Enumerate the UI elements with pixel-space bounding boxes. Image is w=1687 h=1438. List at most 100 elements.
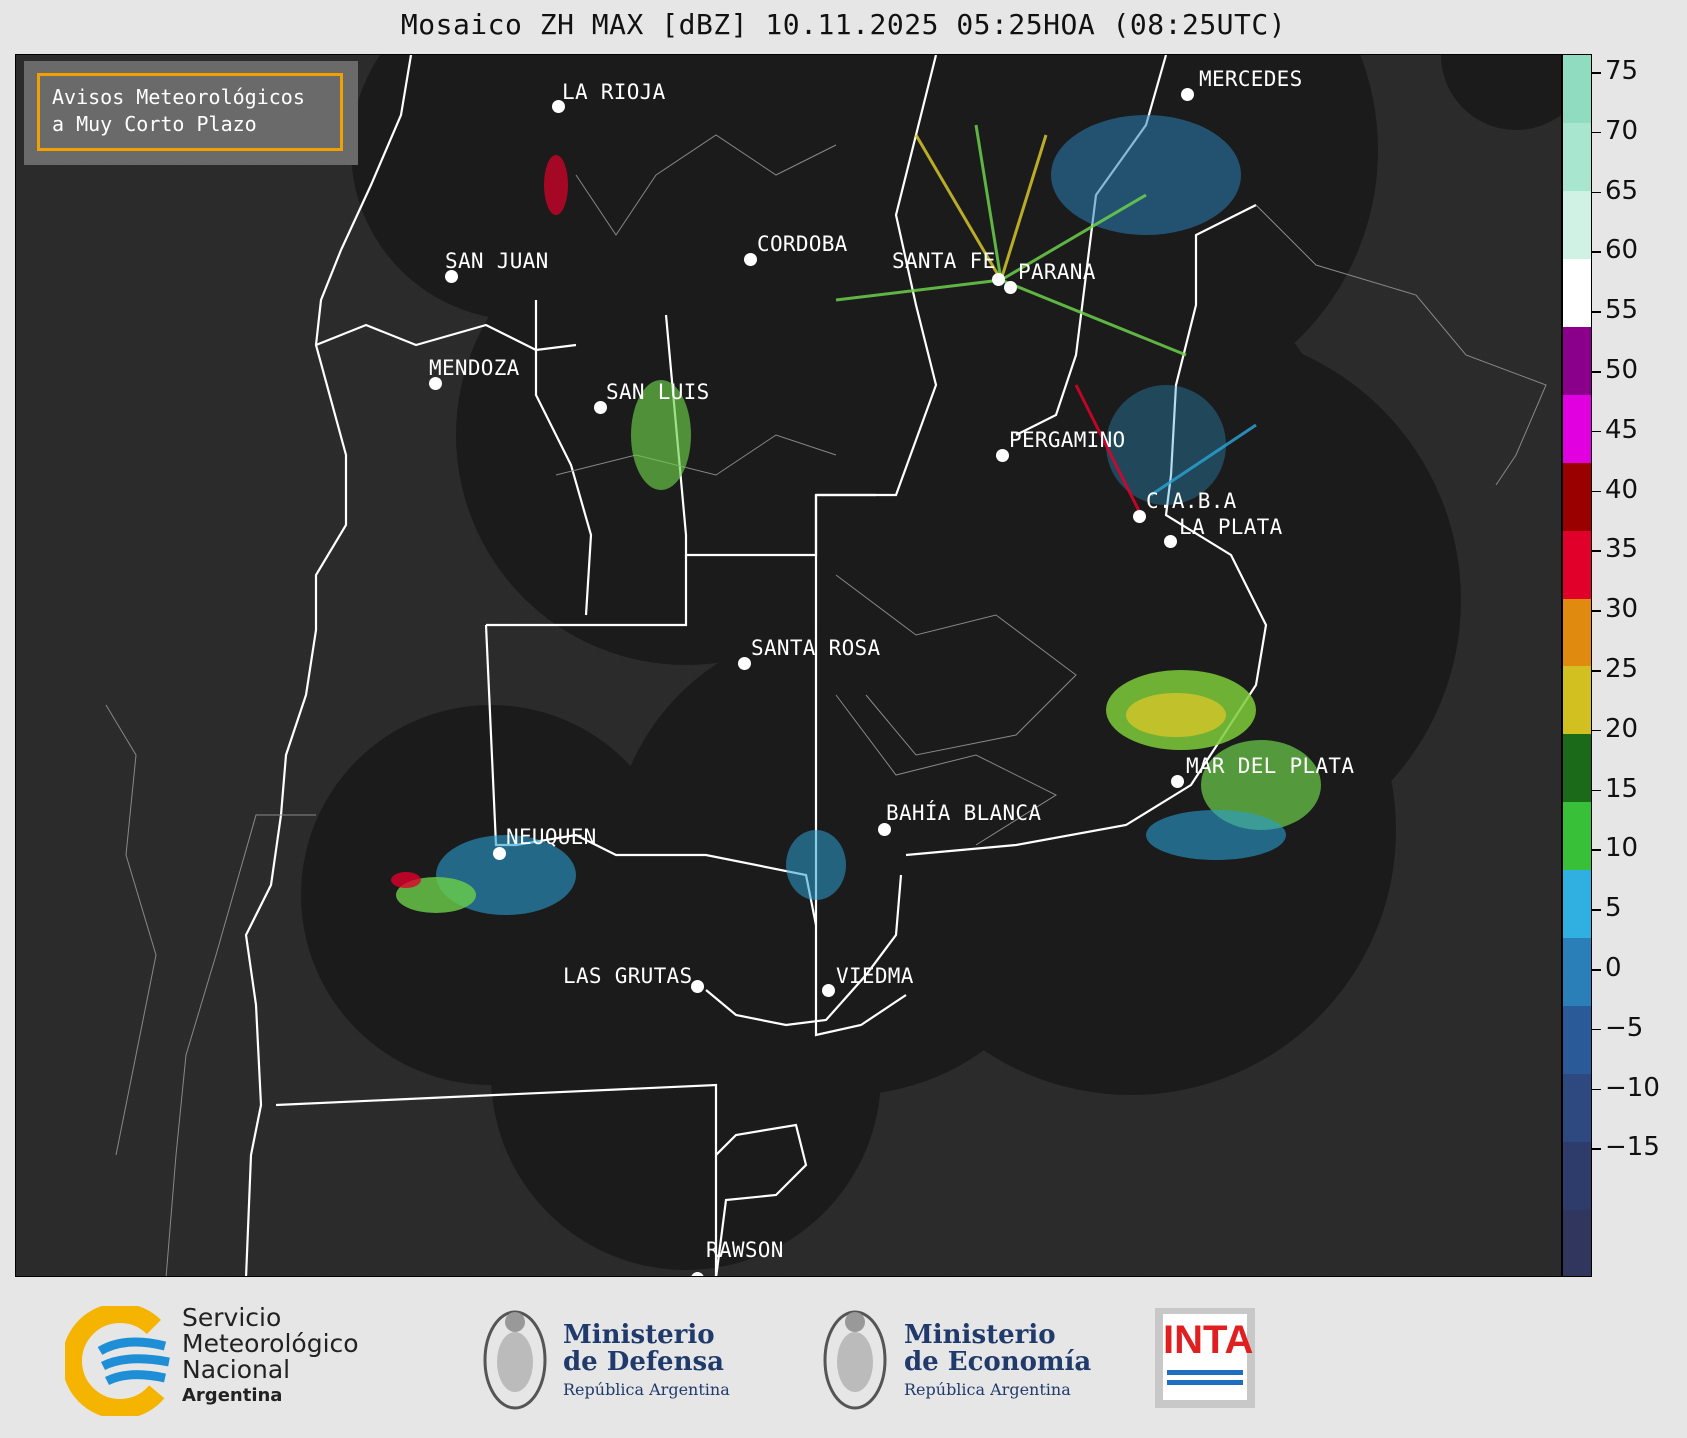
city-label: MERCEDES (1199, 67, 1303, 91)
economia-line-1: Ministerio (904, 1320, 1056, 1350)
city-label: PARANA (1018, 260, 1096, 284)
city-marker (1004, 281, 1017, 294)
inta-logo-icon: INTA (1155, 1308, 1255, 1408)
colorbar-tick-label: 55 (1605, 295, 1639, 326)
colorbar-tick (1592, 550, 1601, 552)
footer-logos: Servicio Meteorológico Nacional Argentin… (0, 1280, 1687, 1438)
city-marker (992, 273, 1005, 286)
colorbar-tick (1592, 610, 1601, 612)
warnings-line-2: a Muy Corto Plazo (52, 112, 257, 136)
city-label: RAWSON (706, 1238, 784, 1262)
defensa-logo-text: Ministerio de Defensa República Argentin… (563, 1322, 730, 1403)
colorbar-tick (1592, 1028, 1601, 1031)
city-marker (493, 847, 506, 860)
smn-logo-icon (62, 1303, 178, 1419)
colorbar-tick (1592, 371, 1601, 373)
colorbar-tick-label: 0 (1605, 953, 1622, 983)
colorbar-segment (1563, 870, 1591, 939)
colorbar-segment (1563, 190, 1591, 259)
colorbar-tick (1592, 849, 1601, 851)
colorbar-segment (1563, 1142, 1591, 1210)
colorbar-segment (1563, 598, 1591, 667)
colorbar-tick-label: −15 (1605, 1132, 1660, 1163)
city-marker (691, 980, 704, 993)
colorbar-segment (1563, 462, 1591, 531)
warnings-panel[interactable]: Avisos Meteorológicos a Muy Corto Plazo (24, 61, 358, 165)
smn-line-3: Nacional (182, 1355, 291, 1384)
smn-line-4: Argentina (182, 1385, 283, 1406)
city-label: NEUQUEN (506, 825, 597, 849)
colorbar-tick-label: 15 (1605, 773, 1639, 804)
smn-logo-text: Servicio Meteorológico Nacional Argentin… (182, 1305, 359, 1409)
warnings-line-1: Avisos Meteorológicos (52, 85, 305, 109)
colorbar-tick (1592, 969, 1601, 971)
colorbar-segment (1563, 122, 1591, 191)
colorbar-tick-label: 20 (1605, 713, 1639, 744)
colorbar-tick (1592, 729, 1601, 732)
colorbar-tick (1592, 191, 1601, 194)
city-label: MENDOZA (429, 356, 520, 380)
defensa-line-1: Ministerio (563, 1320, 715, 1350)
colorbar-tick-label: 50 (1605, 355, 1639, 385)
city-label: PERGAMINO (1009, 428, 1126, 452)
colorbar-segment (1563, 55, 1591, 123)
map-title: Mosaico ZH MAX [dBZ] 10.11.2025 05:25HOA… (400, 8, 1287, 41)
city-label: SAN JUAN (445, 249, 549, 273)
colorbar-tick (1592, 490, 1601, 493)
smn-line-2: Meteorológico (182, 1329, 359, 1358)
colorbar-tick-label: 35 (1605, 534, 1639, 565)
colorbar-tick (1592, 430, 1601, 433)
colorbar-tick-label: 45 (1605, 414, 1639, 445)
colorbar-tick (1592, 251, 1601, 253)
colorbar-segment (1563, 326, 1591, 395)
defensa-seal-icon (480, 1300, 550, 1415)
city-label: VIEDMA (836, 964, 914, 988)
colorbar-segment (1563, 666, 1591, 735)
city-label: LAS GRUTAS (563, 964, 693, 988)
colorbar-segment (1563, 530, 1591, 599)
colorbar-segment (1563, 1006, 1591, 1075)
city-label: BAHÍA BLANCA (886, 801, 1042, 825)
colorbar-tick (1592, 909, 1601, 911)
colorbar-tick-label: 60 (1605, 235, 1639, 266)
city-label: C.A.B.A (1146, 489, 1237, 513)
city-marker (744, 253, 757, 266)
colorbar-tick-label: 70 (1605, 115, 1639, 146)
colorbar-segment (1563, 802, 1591, 871)
city-marker (1171, 775, 1184, 788)
city-marker (1164, 535, 1177, 548)
colorbar-tick (1592, 1088, 1601, 1091)
colorbar-tick (1592, 670, 1601, 672)
smn-line-1: Servicio (182, 1303, 282, 1332)
colorbar-segment (1563, 938, 1591, 1007)
city-label: SAN LUIS (606, 380, 710, 404)
colorbar-tick (1592, 789, 1601, 792)
colorbar-segment (1563, 258, 1591, 327)
colorbar-tick (1592, 131, 1601, 134)
defensa-line-2: de Defensa (563, 1347, 724, 1377)
colorbar-tick-label: −10 (1605, 1072, 1660, 1103)
city-label: LA PLATA (1179, 515, 1283, 539)
colorbar-tick-label: 75 (1605, 56, 1639, 86)
city-marker (1133, 510, 1146, 523)
colorbar-tick-label: 5 (1605, 893, 1622, 924)
economia-line-3: República Argentina (904, 1380, 1071, 1399)
city-label: LA RIOJA (562, 80, 666, 104)
colorbar-tick-label: 65 (1605, 175, 1639, 206)
defensa-line-3: República Argentina (563, 1380, 730, 1399)
colorbar-tick-label: −5 (1605, 1012, 1644, 1043)
city-label: CORDOBA (757, 232, 848, 256)
city-marker (738, 657, 751, 670)
colorbar-tick (1592, 311, 1601, 313)
economia-logo-text: Ministerio de Economía República Argenti… (904, 1322, 1091, 1403)
colorbar-segment (1563, 1209, 1591, 1276)
economia-seal-icon (820, 1300, 890, 1415)
radar-map[interactable]: Avisos Meteorológicos a Muy Corto Plazo … (15, 54, 1562, 1277)
warnings-link[interactable]: Avisos Meteorológicos a Muy Corto Plazo (37, 73, 343, 151)
colorbar-segment (1563, 394, 1591, 463)
colorbar-tick (1592, 72, 1601, 74)
city-marker (996, 449, 1009, 462)
city-label: MAR DEL PLATA (1186, 754, 1355, 778)
city-label: SANTA ROSA (751, 636, 881, 660)
colorbar (1562, 54, 1592, 1277)
